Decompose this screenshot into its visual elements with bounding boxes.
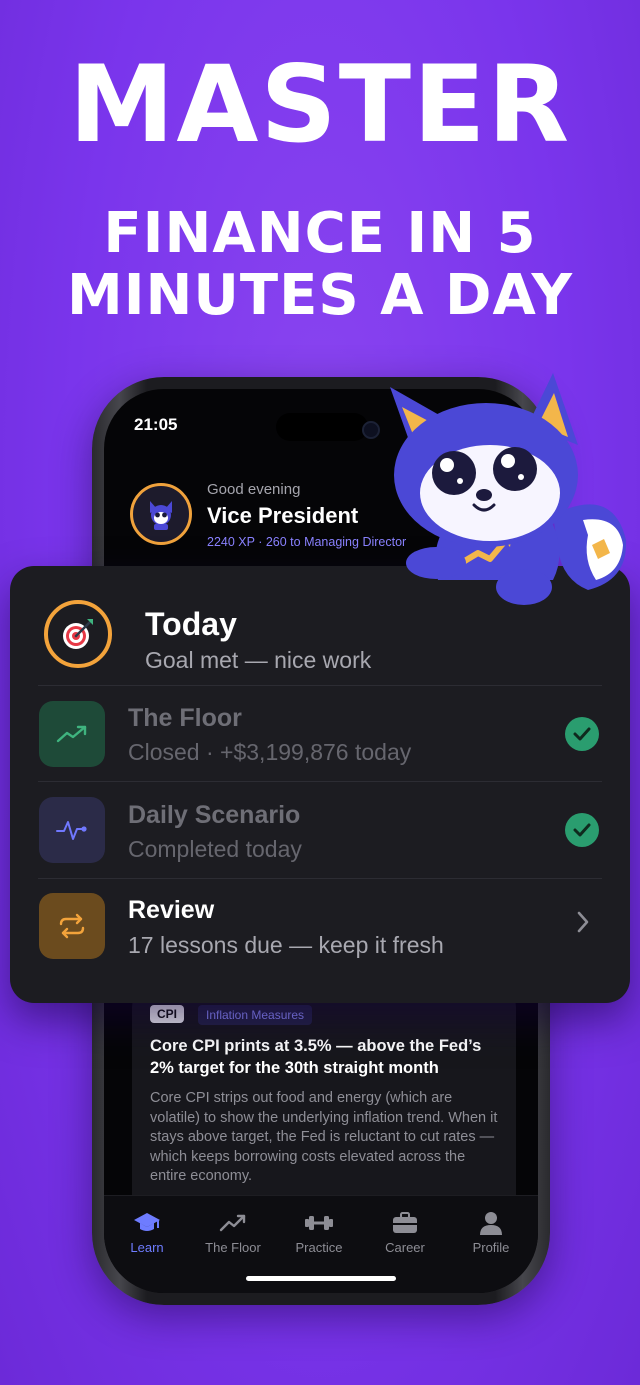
- fox-mascot-icon: [390, 373, 627, 605]
- tab-label: Career: [385, 1240, 425, 1255]
- status-time: 21:05: [134, 415, 178, 434]
- home-indicator: [246, 1276, 396, 1281]
- today-card: Today Goal met — nice work The Floor Clo…: [10, 566, 630, 1003]
- xp-progress-text: 2240 XP · 260 to Managing Director: [207, 535, 407, 549]
- hero-subline-2: MINUTES A DAY: [66, 263, 574, 328]
- today-subtitle: Goal met — nice work: [145, 647, 372, 673]
- tab-profile[interactable]: Profile: [448, 1210, 534, 1255]
- fox-avatar-icon: [150, 501, 172, 530]
- task-title: The Floor: [128, 704, 242, 732]
- hero-subline-1: FINANCE IN 5: [103, 201, 537, 266]
- news-topic-tag: Inflation Measures: [198, 1005, 313, 1025]
- chevron-right-icon[interactable]: [576, 910, 590, 934]
- trend-up-icon: [56, 725, 87, 743]
- dynamic-island: [276, 413, 368, 441]
- news-tag: CPI: [150, 1005, 185, 1023]
- rank-title: Vice President: [207, 503, 359, 528]
- tab-label: The Floor: [205, 1240, 261, 1255]
- news-card[interactable]: CPI Inflation Measures Core CPI prints a…: [132, 989, 516, 1229]
- target-icon: [63, 619, 93, 649]
- repeat-icon: [59, 913, 85, 939]
- greeting-text: Good evening: [207, 481, 301, 498]
- avatar[interactable]: [130, 483, 192, 545]
- briefcase-icon: [393, 1212, 417, 1233]
- tab-bar: Learn The Floor Practice Career Profile: [104, 1195, 538, 1293]
- tab-label: Practice: [295, 1240, 343, 1255]
- tab-label: Learn: [130, 1240, 164, 1255]
- graduation-cap-icon: [134, 1213, 160, 1231]
- divider: [38, 781, 602, 782]
- goal-ring: [44, 600, 112, 668]
- person-icon: [480, 1212, 502, 1235]
- tab-the-floor[interactable]: The Floor: [190, 1210, 276, 1255]
- divider: [38, 878, 602, 879]
- review-tile: [39, 893, 105, 959]
- hero-headline: MASTER: [68, 43, 572, 166]
- scenario-tile: [39, 797, 105, 863]
- dumbbell-icon: [305, 1216, 333, 1230]
- news-title: Core CPI prints at 3.5% — above the Fed’…: [150, 1037, 482, 1077]
- today-title: Today: [145, 606, 237, 642]
- task-title: Review: [128, 896, 215, 924]
- tab-career[interactable]: Career: [362, 1210, 448, 1255]
- tab-practice[interactable]: Practice: [276, 1210, 362, 1255]
- tab-label: Profile: [472, 1240, 510, 1255]
- task-title: Daily Scenario: [128, 801, 301, 829]
- check-icon: [565, 813, 599, 847]
- floor-tile: [39, 701, 105, 767]
- divider: [38, 685, 602, 686]
- pulse-icon: [56, 821, 87, 840]
- news-body: Core CPI strips out food and energy (whi…: [150, 1090, 498, 1184]
- task-subtitle: Completed today: [128, 836, 302, 862]
- check-icon: [565, 717, 599, 751]
- task-subtitle: Closed · +$3,199,876 today: [128, 739, 412, 765]
- trend-up-icon: [219, 1214, 246, 1232]
- task-subtitle: 17 lessons due — keep it fresh: [128, 932, 444, 958]
- tab-learn[interactable]: Learn: [104, 1210, 190, 1255]
